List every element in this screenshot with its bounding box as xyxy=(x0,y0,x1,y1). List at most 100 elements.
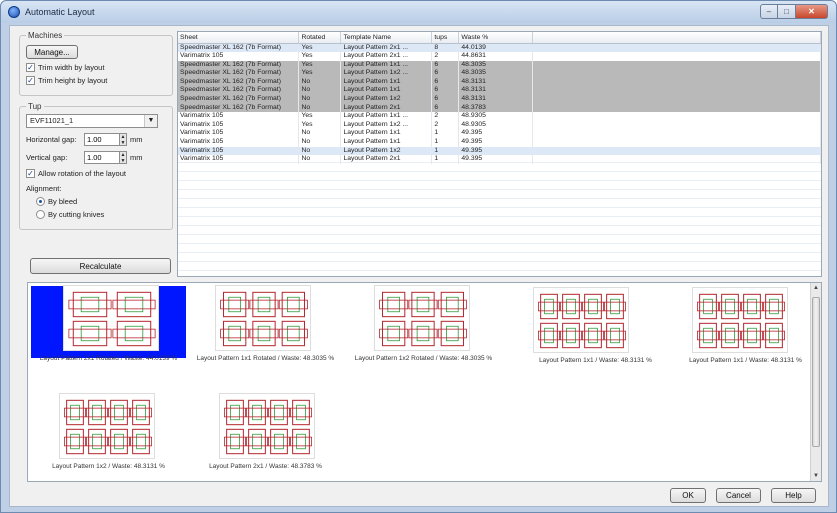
cell-waste: 48.3131 xyxy=(458,95,534,104)
cell-rotated: No xyxy=(298,146,342,156)
column-header-waste[interactable]: Waste % xyxy=(458,32,534,44)
layout-thumbnail xyxy=(215,285,311,351)
layout-preview-tile[interactable]: Layout Pattern 1x1 Rotated / Waste: 48.3… xyxy=(188,285,343,386)
tup-select[interactable]: EVF11021_1 ▼ xyxy=(26,114,158,128)
die-cut-shape xyxy=(64,428,86,455)
settings-panel: Machines Manage... ✓ Trim width by layou… xyxy=(19,31,173,236)
cell-rotated: Yes xyxy=(298,52,342,61)
preview-scrollbar[interactable]: ▲ ▼ xyxy=(810,283,821,481)
die-cut-shape xyxy=(604,322,626,349)
table-row[interactable]: Varimatrix 105 Yes Layout Pattern 2x1 ... 2… xyxy=(178,52,821,61)
die-cut-shape xyxy=(741,322,763,349)
table-row[interactable]: Speedmaster XL 162 (7b Format) Yes Layout … xyxy=(178,43,821,53)
die-cut-shape xyxy=(249,320,279,347)
title-bar[interactable]: Automatic Layout – □ ✕ xyxy=(1,1,836,23)
column-header-tups[interactable]: tups xyxy=(431,32,460,44)
by-bleed-radio-dot[interactable] xyxy=(36,197,45,206)
layout-preview-tile[interactable]: Layout Pattern 1x2 / Waste: 48.3131 % xyxy=(31,391,186,481)
table-row[interactable]: Varimatrix 105 No Layout Pattern 2x1 1 49.39… xyxy=(178,155,821,164)
die-cut-shape xyxy=(379,291,409,318)
die-cut-shape xyxy=(560,322,582,349)
scroll-up-icon[interactable]: ▲ xyxy=(811,285,821,291)
by-cutting-knives-radio-dot[interactable] xyxy=(36,210,45,219)
layout-thumbnail-svg xyxy=(538,293,626,349)
layout-results-table[interactable]: Sheet Rotated Template Name tups Waste %… xyxy=(177,31,822,277)
layout-preview-tile[interactable]: Layout Pattern 1x1 / Waste: 48.3131 % xyxy=(668,286,821,386)
layout-preview-tile[interactable]: Layout Pattern 1x1 / Waste: 48.3131 % xyxy=(518,286,673,386)
table-row[interactable]: Speedmaster XL 162 (7b Format) Yes Layout … xyxy=(178,60,821,70)
cell-sheet: Varimatrix 105 xyxy=(178,52,300,61)
column-header-template-name[interactable]: Template Name xyxy=(340,32,433,44)
cell-filler xyxy=(532,52,821,61)
cell-filler xyxy=(532,103,821,113)
manage-button[interactable]: Manage... xyxy=(26,45,78,59)
close-button[interactable]: ✕ xyxy=(796,4,828,19)
trim-height-checkbox[interactable]: ✓ Trim height by layout xyxy=(26,76,166,85)
vertical-gap-input[interactable] xyxy=(84,151,120,164)
table-row[interactable]: Speedmaster XL 162 (7b Format) No Layout P… xyxy=(178,86,821,96)
by-cutting-knives-radio[interactable]: By cutting knives xyxy=(36,210,166,219)
die-cut-shape xyxy=(268,399,290,426)
cell-tups: 2 xyxy=(431,112,460,121)
machines-legend: Machines xyxy=(28,31,63,40)
cell-filler xyxy=(532,86,821,96)
maximize-button[interactable]: □ xyxy=(778,4,796,19)
minimize-button[interactable]: – xyxy=(760,4,778,19)
table-row[interactable]: Speedmaster XL 162 (7b Format) No Layout P… xyxy=(178,77,821,87)
allow-rotation-checkbox-box[interactable]: ✓ xyxy=(26,169,35,178)
table-row[interactable]: Speedmaster XL 162 (7b Format) No Layout P… xyxy=(178,103,821,113)
layout-preview-tile[interactable]: Layout Pattern 2x1 / Waste: 48.3783 % xyxy=(188,391,343,481)
table-row[interactable]: Speedmaster XL 162 (7b Format) No Layout P… xyxy=(178,95,821,104)
trim-width-checkbox-box[interactable]: ✓ xyxy=(26,63,35,72)
table-row[interactable]: Varimatrix 105 No Layout Pattern 1x2 1 49.39… xyxy=(178,146,821,156)
horizontal-gap-stepper[interactable]: ▲▼ mm xyxy=(84,133,143,146)
table-row[interactable]: Varimatrix 105 No Layout Pattern 1x1 1 49.39… xyxy=(178,138,821,147)
table-row[interactable]: Speedmaster XL 162 (7b Format) Yes Layout … xyxy=(178,69,821,78)
die-cut-shape xyxy=(741,293,763,320)
scroll-down-icon[interactable]: ▼ xyxy=(811,473,821,479)
layout-preview-tile[interactable]: Layout Pattern 1x2 Rotated / Waste: 48.3… xyxy=(346,285,501,386)
trim-height-label: Trim height by layout xyxy=(38,76,108,85)
horizontal-gap-input[interactable] xyxy=(84,133,120,146)
cell-rotated: Yes xyxy=(298,60,342,70)
by-bleed-radio[interactable]: By bleed xyxy=(36,197,166,206)
tup-group: Tup EVF11021_1 ▼ Horizontal gap: ▲▼ mm V… xyxy=(19,102,173,230)
die-cut-shape xyxy=(697,293,719,320)
recalculate-button[interactable]: Recalculate xyxy=(30,258,171,274)
die-cut-shape xyxy=(108,428,130,455)
die-cut-shape xyxy=(220,291,250,318)
cell-template-name: Layout Pattern 1x1 ... xyxy=(340,60,433,70)
cell-rotated: No xyxy=(298,95,342,104)
cell-sheet: Varimatrix 105 xyxy=(178,112,300,121)
chevron-down-icon[interactable]: ▼ xyxy=(144,115,157,127)
cancel-button[interactable]: Cancel xyxy=(716,488,761,503)
cell-filler xyxy=(532,146,821,156)
trim-height-checkbox-box[interactable]: ✓ xyxy=(26,76,35,85)
horizontal-gap-unit: mm xyxy=(130,135,143,144)
cell-filler xyxy=(532,155,821,164)
cell-waste: 48.3035 xyxy=(458,60,534,70)
vertical-gap-stepper[interactable]: ▲▼ mm xyxy=(84,151,143,164)
spin-arrows-icon[interactable]: ▲ ▼ xyxy=(120,151,127,164)
layout-preview-tile[interactable]: Layout Pattern 2x1 Rotated / Waste: 44.0… xyxy=(31,285,186,386)
layout-thumbnail xyxy=(374,285,470,351)
allow-rotation-checkbox[interactable]: ✓ Allow rotation of the layout xyxy=(26,169,166,178)
cell-tups: 2 xyxy=(431,52,460,61)
column-header-sheet[interactable]: Sheet xyxy=(178,32,300,44)
ok-button[interactable]: OK xyxy=(670,488,706,503)
table-row[interactable]: Varimatrix 105 No Layout Pattern 1x1 1 49.39… xyxy=(178,129,821,139)
scrollbar-thumb[interactable] xyxy=(812,297,820,447)
spin-arrows-icon[interactable]: ▲ ▼ xyxy=(120,133,127,146)
window-title: Automatic Layout xyxy=(25,7,95,17)
horizontal-gap-row: Horizontal gap: ▲▼ mm xyxy=(26,133,166,146)
vertical-gap-unit: mm xyxy=(130,153,143,162)
cell-filler xyxy=(532,95,821,104)
cell-tups: 2 xyxy=(431,120,460,130)
table-row[interactable]: Varimatrix 105 Yes Layout Pattern 1x2 ... 2… xyxy=(178,120,821,130)
help-button[interactable]: Help xyxy=(771,488,816,503)
column-header-rotated[interactable]: Rotated xyxy=(298,32,342,44)
trim-width-checkbox[interactable]: ✓ Trim width by layout xyxy=(26,63,166,72)
layout-preview-panel[interactable]: Layout Pattern 2x1 Rotated / Waste: 44.0… xyxy=(27,282,822,482)
die-cut-shape xyxy=(604,293,626,320)
table-row[interactable]: Varimatrix 105 Yes Layout Pattern 1x1 ... 2… xyxy=(178,112,821,121)
